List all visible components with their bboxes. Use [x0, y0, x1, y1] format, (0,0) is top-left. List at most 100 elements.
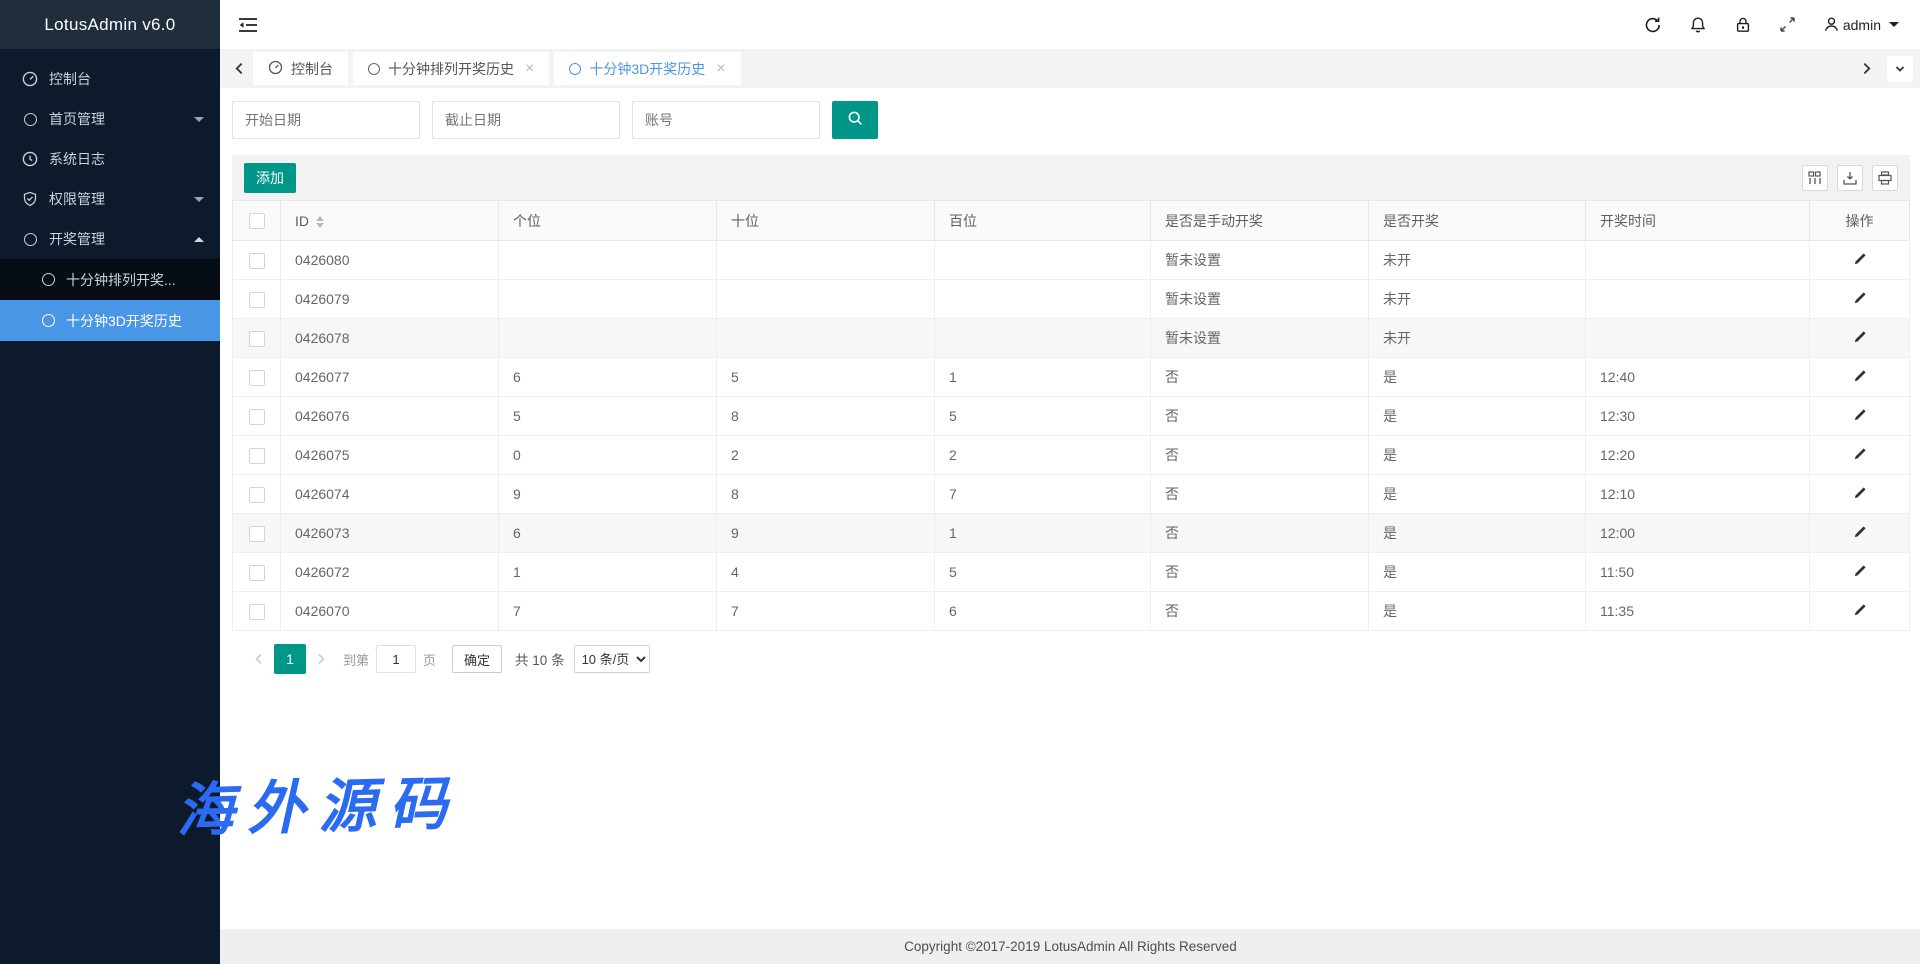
select-all-checkbox[interactable]: [249, 213, 265, 229]
close-icon[interactable]: ×: [716, 61, 725, 77]
sidebar-item-system-log[interactable]: 系统日志: [0, 139, 220, 179]
edit-icon[interactable]: [1853, 564, 1867, 578]
edit-icon[interactable]: [1853, 252, 1867, 266]
table-row: 0426076 5 8 5 否 是 12:30: [233, 397, 1910, 436]
export-icon[interactable]: [1837, 165, 1863, 191]
cell-tens: 9: [717, 514, 935, 553]
end-date-input[interactable]: [432, 101, 620, 139]
row-checkbox-cell: [233, 592, 281, 631]
start-date-input[interactable]: [232, 101, 420, 139]
cell-drawn: 是: [1369, 514, 1586, 553]
goto-page-input[interactable]: [376, 645, 416, 673]
user-menu[interactable]: admin: [1823, 16, 1899, 33]
sidebar-subitem-pailie-history[interactable]: 十分钟排列开奖...: [0, 259, 220, 300]
tab-console[interactable]: 控制台: [253, 52, 348, 85]
refresh-icon[interactable]: [1644, 16, 1662, 34]
sidebar-collapse-icon[interactable]: [238, 16, 258, 34]
tab-scroll-right-icon[interactable]: [1853, 62, 1880, 75]
cell-drawn: 是: [1369, 358, 1586, 397]
confirm-button[interactable]: 确定: [452, 645, 502, 673]
cell-manual: 否: [1151, 553, 1369, 592]
cell-drawn: 是: [1369, 436, 1586, 475]
prev-page-icon[interactable]: [244, 653, 274, 665]
cell-id: 0426076: [281, 397, 499, 436]
circle-icon: [569, 63, 581, 75]
sidebar-item-label: 权限管理: [49, 189, 105, 209]
cell-actions: [1810, 280, 1910, 319]
tab-label: 控制台: [291, 59, 333, 79]
row-checkbox[interactable]: [249, 253, 265, 269]
row-checkbox[interactable]: [249, 487, 265, 503]
row-checkbox[interactable]: [249, 409, 265, 425]
edit-icon[interactable]: [1853, 369, 1867, 383]
search-icon: [847, 110, 864, 130]
cell-units: [499, 319, 717, 358]
tab-3d-history[interactable]: 十分钟3D开奖历史 ×: [554, 52, 740, 85]
app-logo: LotusAdmin v6.0: [0, 0, 220, 49]
tab-pailie-history[interactable]: 十分钟排列开奖历史 ×: [353, 52, 549, 85]
cell-time: 12:20: [1586, 436, 1810, 475]
cell-tens: 8: [717, 475, 935, 514]
row-checkbox[interactable]: [249, 292, 265, 308]
cell-units: 6: [499, 514, 717, 553]
sort-icon[interactable]: [316, 216, 324, 228]
search-button[interactable]: [832, 101, 878, 139]
page-size-select[interactable]: 10 条/页: [574, 645, 650, 673]
table-row: 0426074 9 8 7 否 是 12:10: [233, 475, 1910, 514]
cell-units: 9: [499, 475, 717, 514]
row-checkbox[interactable]: [249, 448, 265, 464]
row-checkbox[interactable]: [249, 604, 265, 620]
cell-manual: 否: [1151, 358, 1369, 397]
cell-hundreds: [935, 319, 1151, 358]
sidebar-item-draw-mgmt[interactable]: 开奖管理: [0, 219, 220, 259]
cell-time: 12:40: [1586, 358, 1810, 397]
bell-icon[interactable]: [1689, 16, 1707, 34]
dashboard-icon: [22, 71, 38, 87]
sidebar-item-permission-mgmt[interactable]: 权限管理: [0, 179, 220, 219]
page-number-button[interactable]: 1: [274, 644, 306, 674]
edit-icon[interactable]: [1853, 291, 1867, 305]
print-icon[interactable]: [1872, 165, 1898, 191]
account-input[interactable]: [632, 101, 820, 139]
cell-manual: 否: [1151, 592, 1369, 631]
tab-scroll-left-icon[interactable]: [226, 62, 253, 75]
header-time: 开奖时间: [1586, 201, 1810, 241]
lock-icon[interactable]: [1734, 16, 1752, 34]
close-icon[interactable]: ×: [525, 61, 534, 77]
row-checkbox[interactable]: [249, 526, 265, 542]
cell-drawn: 未开: [1369, 319, 1586, 358]
table-row: 0426070 7 7 6 否 是 11:35: [233, 592, 1910, 631]
table-row: 0426073 6 9 1 否 是 12:00: [233, 514, 1910, 553]
fullscreen-icon[interactable]: [1779, 16, 1796, 33]
table-row: 0426077 6 5 1 否 是 12:40: [233, 358, 1910, 397]
edit-icon[interactable]: [1853, 447, 1867, 461]
cell-manual: 暂未设置: [1151, 319, 1369, 358]
edit-icon[interactable]: [1853, 330, 1867, 344]
columns-icon[interactable]: [1802, 165, 1828, 191]
row-checkbox[interactable]: [249, 370, 265, 386]
add-button[interactable]: 添加: [244, 163, 296, 193]
edit-icon[interactable]: [1853, 525, 1867, 539]
row-checkbox[interactable]: [249, 331, 265, 347]
edit-icon[interactable]: [1853, 486, 1867, 500]
header-id[interactable]: ID: [281, 201, 499, 241]
table-row: 0426078 暂未设置 未开: [233, 319, 1910, 358]
cell-time: 12:30: [1586, 397, 1810, 436]
row-checkbox[interactable]: [249, 565, 265, 581]
sidebar-item-console[interactable]: 控制台: [0, 59, 220, 99]
table-header-row: ID 个位 十位 百位 是否是手动开奖 是否开奖 开奖时间 操作: [233, 201, 1910, 241]
edit-icon[interactable]: [1853, 603, 1867, 617]
header-tens: 十位: [717, 201, 935, 241]
row-checkbox-cell: [233, 475, 281, 514]
edit-icon[interactable]: [1853, 408, 1867, 422]
cell-hundreds: 5: [935, 553, 1151, 592]
table-row: 0426075 0 2 2 否 是 12:20: [233, 436, 1910, 475]
cell-drawn: 是: [1369, 592, 1586, 631]
sidebar-subitem-3d-history[interactable]: 十分钟3D开奖历史: [0, 300, 220, 341]
next-page-icon[interactable]: [306, 653, 336, 665]
circle-icon: [368, 63, 380, 75]
tab-dropdown-icon[interactable]: [1887, 56, 1913, 82]
cell-time: [1586, 241, 1810, 280]
sidebar-item-home-mgmt[interactable]: 首页管理: [0, 99, 220, 139]
sidebar-item-label: 控制台: [49, 69, 91, 89]
